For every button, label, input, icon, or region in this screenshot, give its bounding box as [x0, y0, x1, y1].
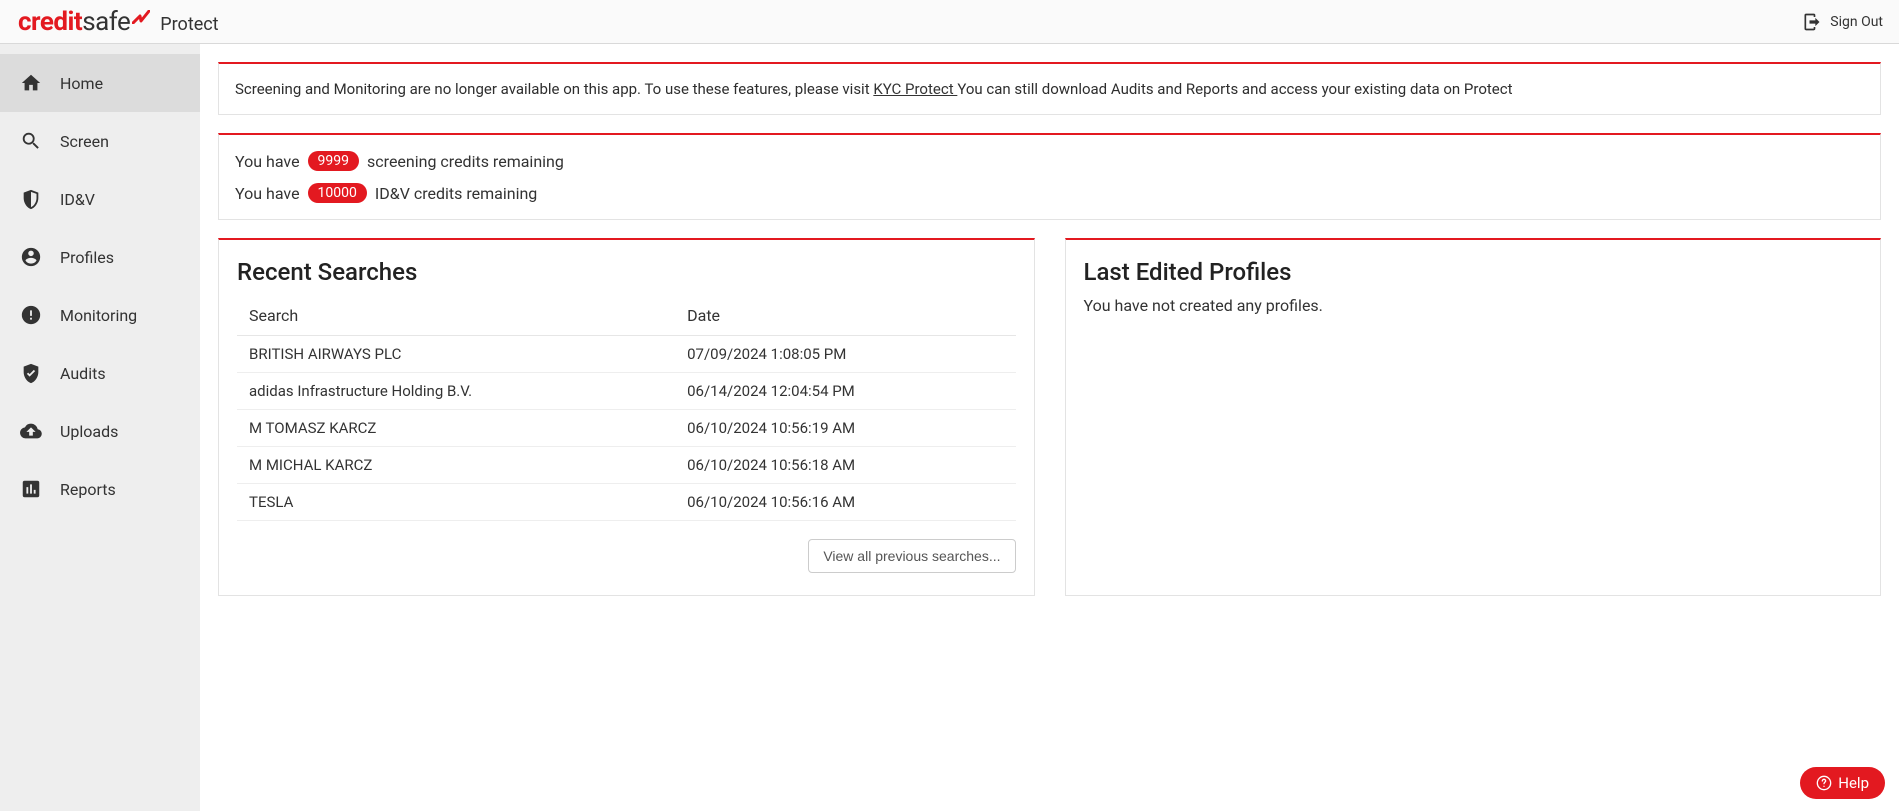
view-all-searches-button[interactable]: View all previous searches...	[808, 539, 1015, 573]
sidebar-item-uploads[interactable]: Uploads	[0, 402, 200, 460]
sidebar-item-label: Monitoring	[60, 306, 137, 325]
recent-searches-title: Recent Searches	[237, 258, 1016, 286]
logo-arrow-icon	[132, 3, 150, 29]
cell-date: 06/10/2024 10:56:18 AM	[675, 447, 1015, 484]
sidebar: Home Screen ID&V Profiles Monitoring Aud…	[0, 44, 200, 811]
cell-date: 06/10/2024 10:56:19 AM	[675, 410, 1015, 447]
sidebar-item-label: ID&V	[60, 190, 95, 209]
header-brand: creditsafe Protect	[18, 9, 219, 35]
help-label: Help	[1838, 774, 1869, 792]
sidebar-item-label: Screen	[60, 132, 109, 151]
sidebar-item-label: Home	[60, 74, 103, 93]
credits-suffix: screening credits remaining	[367, 152, 564, 171]
sidebar-item-monitoring[interactable]: Monitoring	[0, 286, 200, 344]
report-icon	[20, 478, 42, 500]
two-column-layout: Recent Searches Search Date BRITISH AIRW…	[218, 238, 1881, 596]
help-icon	[1816, 775, 1832, 791]
app-header: creditsafe Protect Sign Out	[0, 0, 1899, 44]
banner-post-text: You can still download Audits and Report…	[957, 80, 1512, 98]
last-edited-panel: Last Edited Profiles You have not create…	[1065, 238, 1882, 596]
banner-pre-text: Screening and Monitoring are no longer a…	[235, 80, 873, 98]
sidebar-item-label: Audits	[60, 364, 106, 383]
sidebar-item-idv[interactable]: ID&V	[0, 170, 200, 228]
cell-search: M MICHAL KARCZ	[237, 447, 675, 484]
table-row[interactable]: TESLA06/10/2024 10:56:16 AM	[237, 484, 1016, 521]
monitoring-icon	[20, 304, 42, 326]
table-row[interactable]: M MICHAL KARCZ06/10/2024 10:56:18 AM	[237, 447, 1016, 484]
sidebar-item-label: Uploads	[60, 422, 118, 441]
main-content: Screening and Monitoring are no longer a…	[200, 44, 1899, 811]
sign-out-button[interactable]: Sign Out	[1802, 12, 1883, 32]
sidebar-item-audits[interactable]: Audits	[0, 344, 200, 402]
sidebar-item-reports[interactable]: Reports	[0, 460, 200, 518]
credits-card: You have 9999 screening credits remainin…	[218, 133, 1881, 220]
recent-searches-table: Search Date BRITISH AIRWAYS PLC07/09/202…	[237, 296, 1016, 521]
credits-suffix: ID&V credits remaining	[375, 184, 537, 203]
table-row[interactable]: BRITISH AIRWAYS PLC07/09/2024 1:08:05 PM	[237, 336, 1016, 373]
credits-prefix: You have	[235, 152, 300, 171]
cell-date: 06/14/2024 12:04:54 PM	[675, 373, 1015, 410]
cell-search: M TOMASZ KARCZ	[237, 410, 675, 447]
sidebar-item-home[interactable]: Home	[0, 54, 200, 112]
last-edited-title: Last Edited Profiles	[1084, 258, 1863, 286]
credits-idv-row: You have 10000 ID&V credits remaining	[235, 183, 1864, 203]
credits-screening-value: 9999	[308, 151, 359, 171]
notice-banner: Screening and Monitoring are no longer a…	[218, 62, 1881, 115]
search-icon	[20, 130, 42, 152]
last-edited-message: You have not created any profiles.	[1084, 296, 1863, 315]
app-name: Protect	[160, 14, 218, 35]
audit-shield-icon	[20, 362, 42, 384]
cell-date: 07/09/2024 1:08:05 PM	[675, 336, 1015, 373]
cell-search: BRITISH AIRWAYS PLC	[237, 336, 675, 373]
shield-icon	[20, 188, 42, 210]
creditsafe-logo: creditsafe	[18, 9, 150, 35]
table-row[interactable]: adidas Infrastructure Holding B.V.06/14/…	[237, 373, 1016, 410]
sidebar-item-label: Profiles	[60, 248, 114, 267]
column-date: Date	[675, 296, 1015, 336]
cell-search: TESLA	[237, 484, 675, 521]
sign-out-icon	[1802, 12, 1822, 32]
account-icon	[20, 246, 42, 268]
cell-search: adidas Infrastructure Holding B.V.	[237, 373, 675, 410]
banner-text: Screening and Monitoring are no longer a…	[235, 80, 1513, 98]
table-row[interactable]: M TOMASZ KARCZ06/10/2024 10:56:19 AM	[237, 410, 1016, 447]
cell-date: 06/10/2024 10:56:16 AM	[675, 484, 1015, 521]
credits-prefix: You have	[235, 184, 300, 203]
credits-screening-row: You have 9999 screening credits remainin…	[235, 151, 1864, 171]
home-icon	[20, 72, 42, 94]
sidebar-item-screen[interactable]: Screen	[0, 112, 200, 170]
sidebar-item-profiles[interactable]: Profiles	[0, 228, 200, 286]
upload-icon	[20, 420, 42, 442]
banner-link[interactable]: KYC Protect	[873, 80, 957, 98]
sign-out-label: Sign Out	[1830, 14, 1883, 30]
sidebar-item-label: Reports	[60, 480, 116, 499]
column-search: Search	[237, 296, 675, 336]
credits-idv-value: 10000	[308, 183, 367, 203]
recent-searches-panel: Recent Searches Search Date BRITISH AIRW…	[218, 238, 1035, 596]
help-button[interactable]: Help	[1800, 767, 1885, 799]
